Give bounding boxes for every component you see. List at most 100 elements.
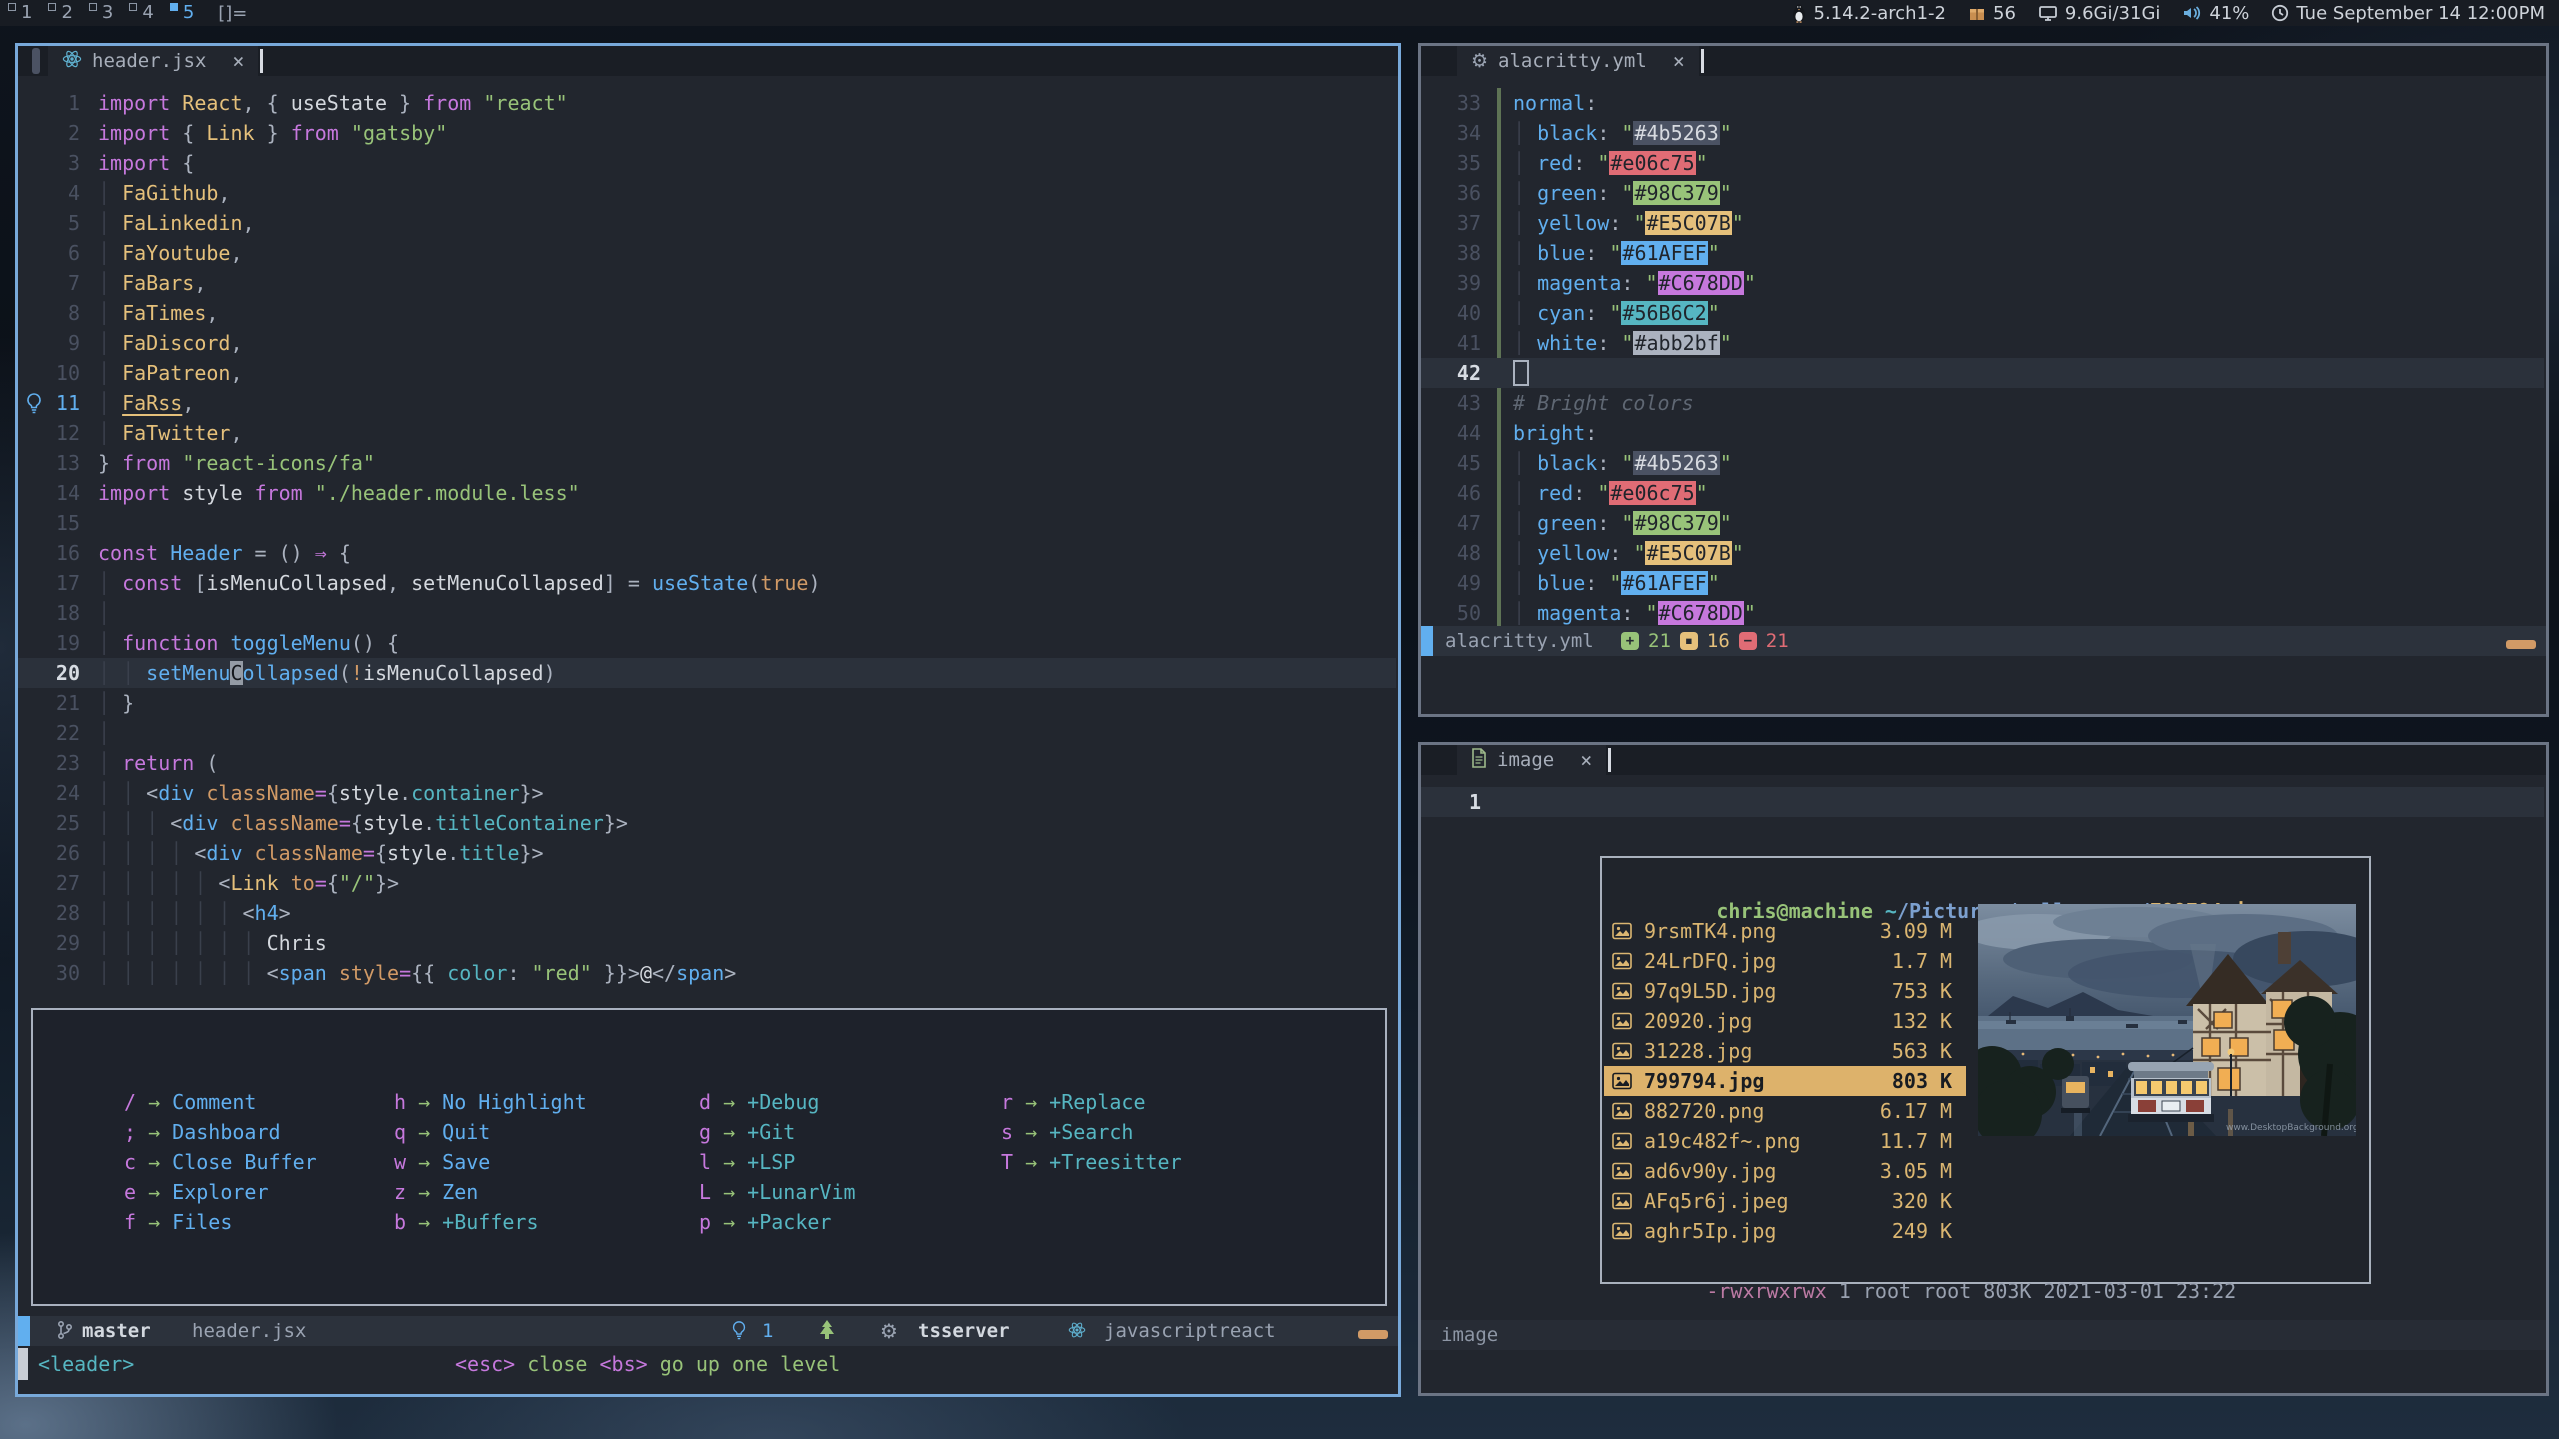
code-line-46[interactable]: 46│ red: "#e06c75" bbox=[1421, 478, 2544, 508]
code-line-49[interactable]: 49│ blue: "#61AFEF" bbox=[1421, 568, 2544, 598]
code-line-30[interactable]: 30│ │ │ │ │ │ │ <span style={{ color: "r… bbox=[18, 958, 1396, 988]
file-row-20920.jpg[interactable]: 20920.jpg132K bbox=[1604, 1006, 1966, 1036]
code-line-1[interactable]: 1import React, { useState } from "react" bbox=[18, 88, 1396, 118]
workspace-5[interactable]: 5 bbox=[170, 0, 194, 26]
whichkey-item--packer[interactable]: p → +Packer bbox=[699, 1210, 831, 1234]
close-icon[interactable]: × bbox=[232, 49, 244, 73]
file-row-aghr5Ip.jpg[interactable]: aghr5Ip.jpg249K bbox=[1604, 1216, 1966, 1246]
code-line-16[interactable]: 16const Header = () ⇒ { bbox=[18, 538, 1396, 568]
code-line-36[interactable]: 36│ green: "#98C379" bbox=[1421, 178, 2544, 208]
code-line-47[interactable]: 47│ green: "#98C379" bbox=[1421, 508, 2544, 538]
command-line[interactable]: <leader> <esc> close <bs> go up one leve… bbox=[18, 1346, 1398, 1388]
scroll-indicator[interactable] bbox=[32, 48, 40, 74]
tab-image[interactable]: image × bbox=[1457, 745, 1606, 775]
whichkey-item-quit[interactable]: q → Quit bbox=[394, 1120, 490, 1144]
code-line-17[interactable]: 17│ const [isMenuCollapsed, setMenuColla… bbox=[18, 568, 1396, 598]
whichkey-item--git[interactable]: g → +Git bbox=[699, 1120, 795, 1144]
whichkey-item--lsp[interactable]: l → +LSP bbox=[699, 1150, 795, 1174]
tab-alacritty-yml[interactable]: ⚙ alacritty.yml × bbox=[1457, 46, 1699, 76]
file-row-97q9L5D.jpg[interactable]: 97q9L5D.jpg753K bbox=[1604, 976, 1966, 1006]
code-line-12[interactable]: 12│ FaTwitter, bbox=[18, 418, 1396, 448]
workspace-4[interactable]: 4 bbox=[129, 0, 153, 26]
code-line-14[interactable]: 14import style from "./header.module.les… bbox=[18, 478, 1396, 508]
whichkey-item--treesitter[interactable]: T → +Treesitter bbox=[1001, 1150, 1182, 1174]
file-row-a19c482f~.png[interactable]: a19c482f~.png11.7M bbox=[1604, 1126, 1966, 1156]
code-line-19[interactable]: 19│ function toggleMenu() { bbox=[18, 628, 1396, 658]
code-line-22[interactable]: 22│ bbox=[18, 718, 1396, 748]
tab-header-jsx[interactable]: header.jsx × bbox=[48, 46, 258, 76]
code-line-24[interactable]: 24│ │ <div className={style.container}> bbox=[18, 778, 1396, 808]
code-line-28[interactable]: 28│ │ │ │ │ │ <h4> bbox=[18, 898, 1396, 928]
whichkey-item-comment[interactable]: / → Comment bbox=[124, 1090, 256, 1114]
diagnostic-count[interactable]: 1 bbox=[762, 1316, 773, 1346]
workspace-1[interactable]: 1 bbox=[8, 0, 32, 26]
code-line-48[interactable]: 48│ yellow: "#E5C07B" bbox=[1421, 538, 2544, 568]
code-line-45[interactable]: 45│ black: "#4b5263" bbox=[1421, 448, 2544, 478]
code-line-11[interactable]: 11│ FaRss, bbox=[18, 388, 1396, 418]
file-row-799794.jpg[interactable]: 799794.jpg803K bbox=[1604, 1066, 1966, 1096]
file-row-AFq5r6j.jpeg[interactable]: AFq5r6j.jpeg320K bbox=[1604, 1186, 1966, 1216]
whichkey-item--buffers[interactable]: b → +Buffers bbox=[394, 1210, 539, 1234]
code-line-13[interactable]: 13} from "react-icons/fa" bbox=[18, 448, 1396, 478]
whichkey-item-close-buffer[interactable]: c → Close Buffer bbox=[124, 1150, 317, 1174]
code-line-38[interactable]: 38│ blue: "#61AFEF" bbox=[1421, 238, 2544, 268]
code-line-25[interactable]: 25│ │ │ <div className={style.titleConta… bbox=[18, 808, 1396, 838]
code-line-34[interactable]: 34│ black: "#4b5263" bbox=[1421, 118, 2544, 148]
code-line-10[interactable]: 10│ FaPatreon, bbox=[18, 358, 1396, 388]
whichkey-item--debug[interactable]: d → +Debug bbox=[699, 1090, 819, 1114]
code-line-41[interactable]: 41│ white: "#abb2bf" bbox=[1421, 328, 2544, 358]
line-number: 27 bbox=[18, 868, 80, 898]
code-editor[interactable]: 1import React, { useState } from "react"… bbox=[18, 88, 1396, 988]
code-line-6[interactable]: 6│ FaYoutube, bbox=[18, 238, 1396, 268]
code-editor[interactable]: 1 bbox=[1421, 787, 2544, 817]
whichkey-item--replace[interactable]: r → +Replace bbox=[1001, 1090, 1146, 1114]
code-line-23[interactable]: 23│ return ( bbox=[18, 748, 1396, 778]
whichkey-item--lunarvim[interactable]: L → +LunarVim bbox=[699, 1180, 856, 1204]
file-row-ad6v90y.jpg[interactable]: ad6v90y.jpg3.05M bbox=[1604, 1156, 1966, 1186]
code-line-15[interactable]: 15 bbox=[18, 508, 1396, 538]
code-line-3[interactable]: 3import { bbox=[18, 148, 1396, 178]
code-line-20[interactable]: 20│ │ setMenuCollapsed(!isMenuCollapsed) bbox=[18, 658, 1396, 688]
code-line-7[interactable]: 7│ FaBars, bbox=[18, 268, 1396, 298]
whichkey-item--search[interactable]: s → +Search bbox=[1001, 1120, 1133, 1144]
code-line-4[interactable]: 4│ FaGithub, bbox=[18, 178, 1396, 208]
file-row-24LrDFQ.jpg[interactable]: 24LrDFQ.jpg1.7M bbox=[1604, 946, 1966, 976]
code-line-27[interactable]: 27│ │ │ │ │ <Link to={"/"}> bbox=[18, 868, 1396, 898]
whichkey-item-zen[interactable]: z → Zen bbox=[394, 1180, 478, 1204]
code-line-50[interactable]: 50│ magenta: "#C678DD" bbox=[1421, 598, 2544, 628]
code-line-44[interactable]: 44bright: bbox=[1421, 418, 2544, 448]
file-row-882720.png[interactable]: 882720.png6.17M bbox=[1604, 1096, 1966, 1126]
code-line-26[interactable]: 26│ │ │ │ <div className={style.title}> bbox=[18, 838, 1396, 868]
workspace-3[interactable]: 3 bbox=[89, 0, 113, 26]
code-line-40[interactable]: 40│ cyan: "#56B6C2" bbox=[1421, 298, 2544, 328]
git-branch-name[interactable]: master bbox=[82, 1316, 151, 1346]
code-line-21[interactable]: 21│ } bbox=[18, 688, 1396, 718]
code-line-5[interactable]: 5│ FaLinkedin, bbox=[18, 208, 1396, 238]
volume-status[interactable]: 41% bbox=[2182, 3, 2249, 24]
mode-indicator bbox=[1421, 626, 1433, 656]
code-line-37[interactable]: 37│ yellow: "#E5C07B" bbox=[1421, 208, 2544, 238]
code-line-18[interactable]: 18│ bbox=[18, 598, 1396, 628]
code-line-9[interactable]: 9│ FaDiscord, bbox=[18, 328, 1396, 358]
code-line-33[interactable]: 33normal: bbox=[1421, 88, 2544, 118]
file-row-31228.jpg[interactable]: 31228.jpg563K bbox=[1604, 1036, 1966, 1066]
code-line-29[interactable]: 29│ │ │ │ │ │ │ Chris bbox=[18, 928, 1396, 958]
whichkey-item-no-highlight[interactable]: h → No Highlight bbox=[394, 1090, 587, 1114]
whichkey-item-files[interactable]: f → Files bbox=[124, 1210, 232, 1234]
code-line-39[interactable]: 39│ magenta: "#C678DD" bbox=[1421, 268, 2544, 298]
whichkey-item-dashboard[interactable]: ; → Dashboard bbox=[124, 1120, 281, 1144]
workspace-2[interactable]: 2 bbox=[48, 0, 72, 26]
code-line-2[interactable]: 2import { Link } from "gatsby" bbox=[18, 118, 1396, 148]
whichkey-item-explorer[interactable]: e → Explorer bbox=[124, 1180, 269, 1204]
code-line-8[interactable]: 8│ FaTimes, bbox=[18, 298, 1396, 328]
code-line-35[interactable]: 35│ red: "#e06c75" bbox=[1421, 148, 2544, 178]
layout-symbol[interactable]: []= bbox=[218, 3, 247, 24]
code-line-43[interactable]: 43# Bright colors bbox=[1421, 388, 2544, 418]
file-row-9rsmTK4.png[interactable]: 9rsmTK4.png3.09M bbox=[1604, 916, 1966, 946]
code-line-1[interactable]: 1 bbox=[1421, 787, 2544, 817]
close-icon[interactable]: × bbox=[1580, 748, 1592, 772]
code-line-42[interactable]: 42 bbox=[1421, 358, 2544, 388]
whichkey-item-save[interactable]: w → Save bbox=[394, 1150, 490, 1174]
close-icon[interactable]: × bbox=[1673, 49, 1685, 73]
code-editor[interactable]: 33normal:34│ black: "#4b5263"35│ red: "#… bbox=[1421, 88, 2544, 628]
